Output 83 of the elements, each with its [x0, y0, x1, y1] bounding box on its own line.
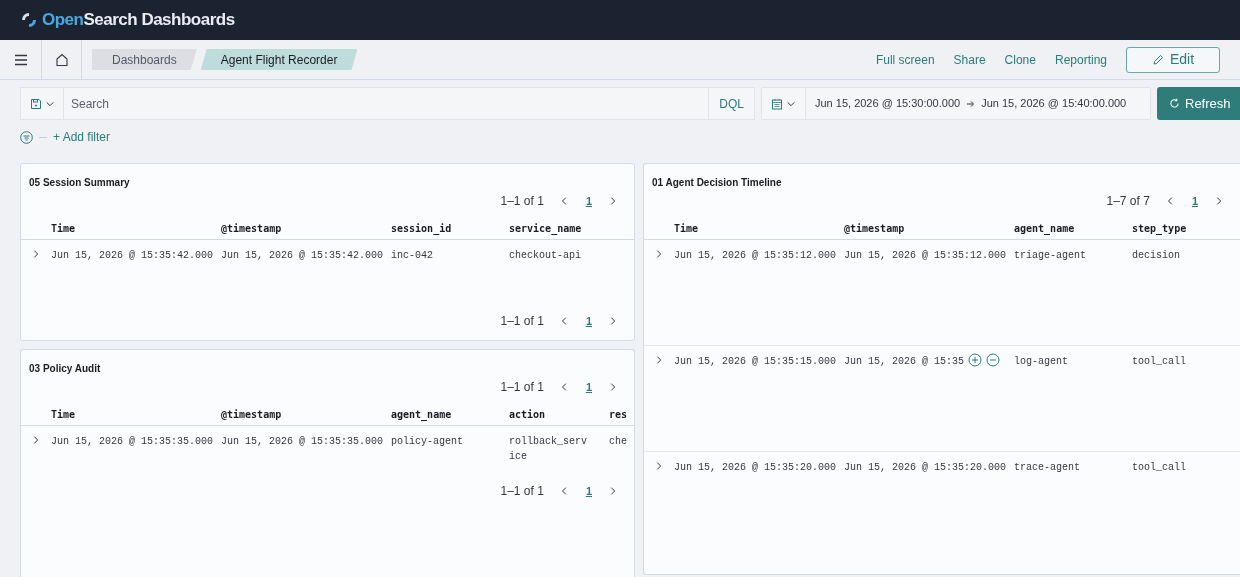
page-count: 1–1 of 1	[500, 379, 544, 396]
table-cell-text: triage-agent	[1014, 249, 1086, 263]
calendar-icon	[771, 97, 783, 110]
panel-title: 03 Policy Audit	[29, 363, 101, 374]
end-date[interactable]: Jun 15, 2026 @ 15:40:00.000	[981, 95, 1127, 112]
chevron-right-icon	[608, 382, 618, 392]
chevron-right-icon	[608, 486, 618, 496]
table-cell-text: Jun 15, 2026 @ 15:35	[844, 355, 965, 369]
table-cell-text: Jun 15, 2026 @ 15:35:12.000	[844, 249, 1007, 263]
arrow-right-icon	[966, 99, 976, 108]
page-count: 1–1 of 1	[500, 313, 544, 330]
table-cell-text: tool_call	[1132, 461, 1186, 475]
table-cell-text: decision	[1132, 249, 1180, 263]
header-link[interactable]: Full screen	[875, 50, 935, 69]
table-cell-text: Jun 15, 2026 @ 15:35:20.000	[844, 461, 1007, 475]
table-cell-text: rollback_service	[509, 435, 587, 464]
column-header: agent_name	[391, 408, 452, 420]
table-cell-text: policy-agent	[391, 435, 463, 449]
table-cell-text: che	[609, 435, 627, 449]
chevron-right-icon	[654, 249, 664, 259]
breadcrumb[interactable]: Dashboards	[92, 49, 197, 70]
table-cell-text: Jun 15, 2026 @ 15:35:35.000	[51, 435, 214, 449]
add-filter-button[interactable]: + Add filter	[53, 128, 111, 146]
header-link[interactable]: Reporting	[1054, 50, 1107, 69]
header-link[interactable]: Clone	[1004, 50, 1036, 69]
page-link[interactable]: 1	[1191, 192, 1198, 210]
column-header: service_name	[509, 222, 582, 234]
page-count: 1–1 of 1	[500, 483, 544, 500]
column-header: @timestamp	[221, 408, 282, 420]
table-cell-text: Jun 15, 2026 @ 15:35:20.000	[674, 461, 837, 475]
column-header: step_type	[1132, 222, 1187, 234]
page-link[interactable]: 1	[585, 378, 592, 396]
chevron-right-icon	[608, 196, 618, 206]
page-count: 1–1 of 1	[500, 193, 544, 210]
table-cell-text: inc-042	[391, 249, 433, 263]
table-cell-text: checkout-api	[509, 249, 581, 263]
page-count: 1–7 of 7	[1106, 193, 1150, 210]
column-header: Time	[51, 408, 76, 420]
page-link[interactable]: 1	[585, 482, 592, 500]
panel-title: 05 Session Summary	[29, 177, 130, 188]
filter-icon	[20, 130, 33, 144]
column-header: session_id	[391, 222, 452, 234]
table-cell-text: trace-agent	[1014, 461, 1080, 475]
chevron-right-icon	[654, 355, 664, 365]
query-language-button[interactable]: DQL	[708, 87, 755, 120]
header-link[interactable]: Share	[953, 50, 986, 69]
column-header: res	[609, 408, 628, 420]
chevron-right-icon	[654, 461, 664, 471]
table-cell-text: Jun 15, 2026 @ 15:35:15.000	[674, 355, 837, 369]
page-link[interactable]: 1	[585, 312, 592, 330]
app-logo-text: OpenSearch Dashboards	[42, 9, 235, 32]
chevron-right-icon	[31, 249, 41, 259]
table-cell-text: log-agent	[1014, 355, 1068, 369]
edit-button[interactable]: Edit	[1126, 46, 1220, 73]
chevron-right-icon	[1214, 196, 1224, 206]
menu-icon	[13, 53, 28, 66]
search-field[interactable]: Search	[64, 87, 709, 120]
refresh-button[interactable]: Refresh	[1157, 87, 1240, 120]
table-cell-text: Jun 15, 2026 @ 15:35:42.000	[221, 249, 384, 263]
refresh-icon	[1169, 98, 1180, 109]
filter-for-value-icon[interactable]	[968, 353, 983, 367]
page-link[interactable]: 1	[585, 192, 592, 210]
table-cell-text: Jun 15, 2026 @ 15:35:35.000	[221, 435, 384, 449]
table-cell-text: Jun 15, 2026 @ 15:35:12.000	[674, 249, 837, 263]
chevron-right-icon	[31, 435, 41, 445]
start-date[interactable]: Jun 15, 2026 @ 15:30:00.000	[815, 95, 961, 112]
table-cell-text: Jun 15, 2026 @ 15:35:42.000	[51, 249, 214, 263]
breadcrumb[interactable]: Agent Flight Recorder	[200, 49, 358, 70]
chevron-right-icon	[608, 316, 618, 326]
column-header: Time	[674, 222, 699, 234]
column-header: @timestamp	[844, 222, 905, 234]
column-header: @timestamp	[221, 222, 282, 234]
save-icon	[29, 97, 42, 110]
pencil-icon	[1151, 53, 1164, 66]
filter-out-value-icon[interactable]	[986, 353, 1001, 367]
logo-icon	[20, 11, 38, 29]
saved-queries-button[interactable]	[20, 87, 64, 120]
table-cell-text: tool_call	[1132, 355, 1186, 369]
home-icon	[54, 52, 69, 67]
column-header: Time	[51, 222, 76, 234]
column-header: agent_name	[1014, 222, 1075, 234]
column-header: action	[509, 408, 546, 420]
panel-title: 01 Agent Decision Timeline	[652, 177, 782, 188]
